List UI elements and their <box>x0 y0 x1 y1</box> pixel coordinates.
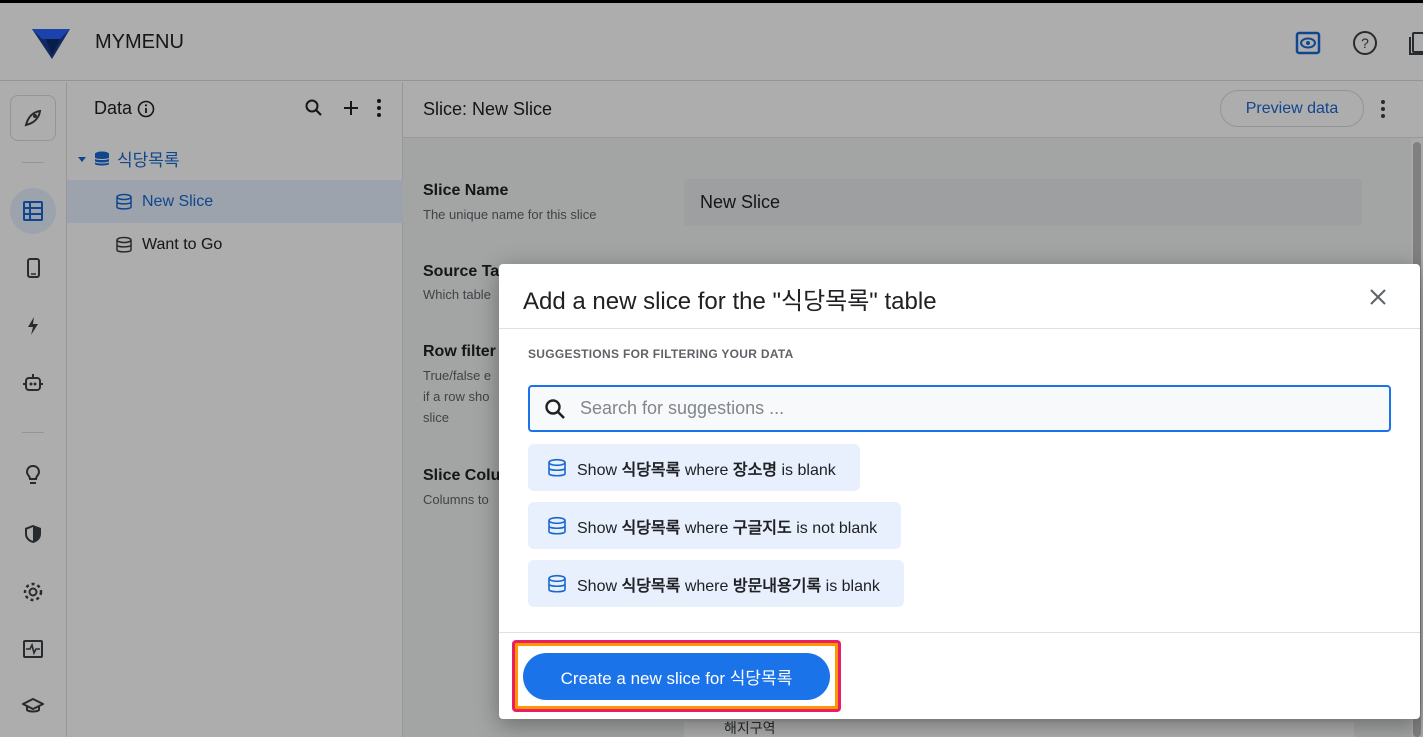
suggestions-heading: SUGGESTIONS FOR FILTERING YOUR DATA <box>528 347 794 361</box>
suggestion-text: Show 식당목록 where 장소명 is blank <box>577 461 836 479</box>
database-icon <box>548 516 566 535</box>
search-icon <box>545 398 565 419</box>
suggestion-text: Show 식당목록 where 방문내용기록 is blank <box>577 577 880 595</box>
suggestion-chip[interactable]: Show 식당목록 where 방문내용기록 is blank <box>528 560 904 607</box>
dialog-divider <box>499 328 1420 329</box>
close-icon[interactable] <box>1365 284 1391 310</box>
dialog-title: Add a new slice for the "식당목록" table <box>523 288 937 315</box>
add-slice-dialog: Add a new slice for the "식당목록" table SUG… <box>499 264 1420 719</box>
create-slice-button[interactable]: Create a new slice for 식당목록 <box>523 653 830 700</box>
suggestion-chip[interactable]: Show 식당목록 where 구글지도 is not blank <box>528 502 902 549</box>
suggestion-search-field[interactable] <box>528 385 1391 432</box>
database-icon <box>548 574 566 593</box>
suggestion-search-input[interactable] <box>580 398 1360 419</box>
dialog-footer-divider <box>499 632 1420 633</box>
database-icon <box>548 458 566 477</box>
suggestion-text: Show 식당목록 where 구글지도 is not blank <box>577 519 878 537</box>
suggestion-chip[interactable]: Show 식당목록 where 장소명 is blank <box>528 444 860 491</box>
